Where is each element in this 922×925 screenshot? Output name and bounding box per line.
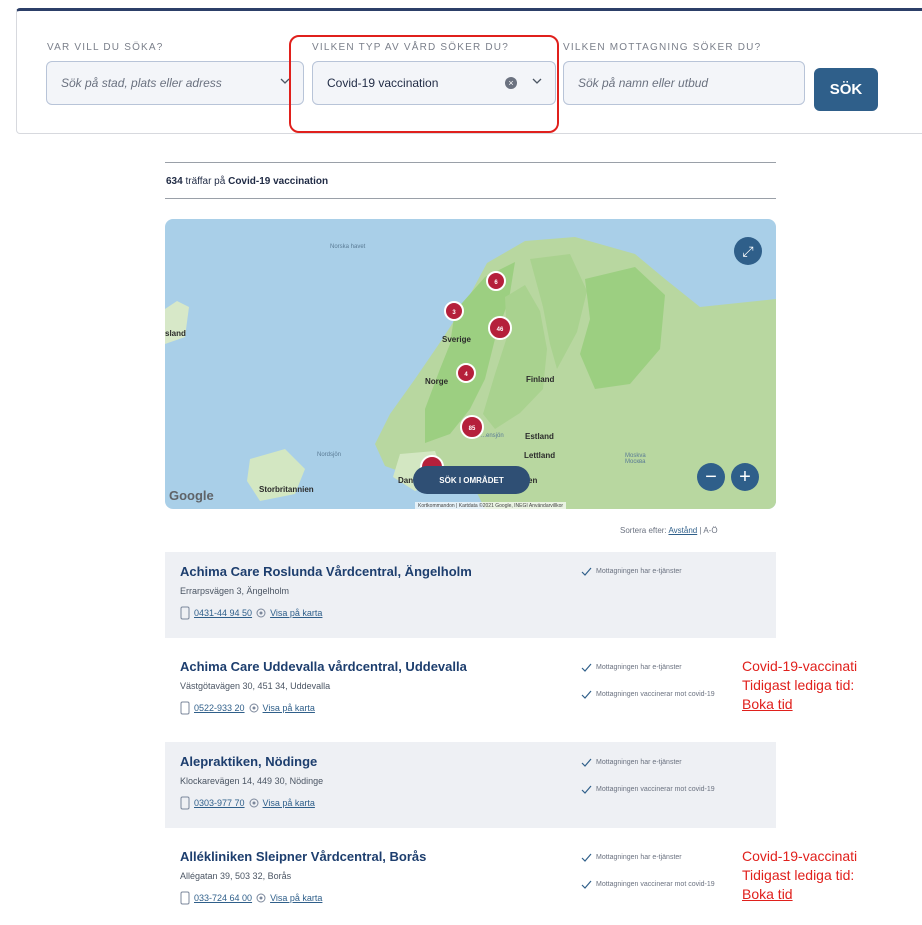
check-icon [581, 785, 592, 794]
map-pin-icon [256, 893, 266, 903]
phone-link[interactable]: 0522-933 20 [194, 703, 245, 713]
result-query: Covid-19 vaccination [228, 176, 329, 187]
feature-e-services: Mottagningen har e-tjänster [581, 853, 746, 862]
map-label: Storbritannien [259, 485, 314, 494]
feature-e-services: Mottagningen har e-tjänster [581, 758, 746, 767]
annotation-vaccination: Covid-19-vaccinati Tidigast lediga tid: … [742, 658, 858, 712]
book-time-link[interactable]: Boka tid [742, 886, 857, 902]
phone-link[interactable]: 0303-977 70 [194, 798, 245, 808]
map-label: sland [165, 329, 186, 338]
map-pin-icon [249, 798, 259, 808]
show-on-map-link[interactable]: Visa på karta [270, 608, 322, 618]
map-label: Moskva Mocква [625, 453, 646, 465]
map-label: Lettland [524, 451, 556, 460]
result-count: 634 träffar på Covid-19 vaccination [166, 176, 328, 187]
divider [165, 162, 776, 163]
phone-icon [180, 701, 190, 715]
map-label: ...ensjön [481, 433, 504, 439]
divider [165, 198, 776, 199]
show-on-map-link[interactable]: Visa på karta [270, 893, 322, 903]
map-label: Norge [425, 377, 449, 386]
map-label: Estland [525, 432, 554, 441]
map-cluster-marker[interactable]: 6 [486, 271, 506, 291]
map-label: Sverige [442, 335, 471, 344]
clinic-card[interactable]: Allékliniken Sleipner Vårdcentral, Borås… [165, 837, 776, 923]
clinic-address: Errarpsvägen 3, Ängelholm [180, 586, 290, 596]
book-time-link[interactable]: Boka tid [742, 696, 857, 712]
sort-label: Sortera efter: [620, 526, 667, 535]
map-cluster-marker[interactable]: 85 [460, 415, 484, 439]
map-attribution[interactable]: Kortkommandon | Kartdata ©2021 Google, I… [415, 502, 567, 510]
clinic-search-input[interactable]: Sök på namn eller utbud [563, 61, 805, 105]
where-placeholder: Sök på stad, plats eller adress [61, 76, 222, 90]
fullscreen-icon[interactable]: ⤢ [734, 237, 762, 265]
check-icon [581, 853, 592, 862]
feature-e-services: Mottagningen har e-tjänster [581, 663, 746, 672]
phone-icon [180, 796, 190, 810]
map-pin-icon [249, 703, 259, 713]
check-icon [581, 690, 592, 699]
phone-icon [180, 891, 190, 905]
clinic-contact: 0303-977 70 Visa på karta [180, 796, 761, 810]
clinic-label: VILKEN MOTTAGNING SÖKER DU? [563, 42, 762, 53]
map-cluster-marker[interactable]: 3 [444, 301, 464, 321]
show-on-map-link[interactable]: Visa på karta [263, 703, 315, 713]
feature-covid-vaccination: Mottagningen vaccinerar mot covid-19 [581, 690, 741, 699]
map-pin-icon [256, 608, 266, 618]
phone-link[interactable]: 0431-44 94 50 [194, 608, 252, 618]
check-icon [581, 758, 592, 767]
map-cluster-marker[interactable]: 4 [456, 363, 476, 383]
clinic-contact: 0431-44 94 50 Visa på karta [180, 606, 761, 620]
search-button[interactable]: SÖK [814, 68, 878, 111]
feature-covid-vaccination: Mottagningen vaccinerar mot covid-19 [581, 785, 746, 794]
clinic-contact: 0522-933 20 Visa på karta [180, 701, 761, 715]
check-icon [581, 567, 592, 576]
sort-controls: Sortera efter: Avstånd | A-Ö [620, 526, 718, 535]
clinic-placeholder: Sök på namn eller utbud [578, 76, 709, 90]
phone-link[interactable]: 033-724 64 00 [194, 893, 252, 903]
clinic-contact: 033-724 64 00 Visa på karta [180, 891, 761, 905]
annotation-vaccination: Covid-19-vaccinati Tidigast lediga tid: … [742, 848, 858, 902]
clinic-card[interactable]: Achima Care Roslunda Vårdcentral, Ängelh… [165, 552, 776, 638]
phone-icon [180, 606, 190, 620]
map-label: Finland [526, 375, 555, 384]
clinic-card[interactable]: Alepraktiken, Nödinge Klockarevägen 14, … [165, 742, 776, 828]
show-on-map-link[interactable]: Visa på karta [263, 798, 315, 808]
check-icon [581, 663, 592, 672]
highlight-box [289, 35, 559, 133]
where-label: VAR VILL DU SÖKA? [47, 42, 164, 53]
sort-distance-link[interactable]: Avstånd [668, 526, 697, 535]
check-icon [581, 880, 592, 889]
result-number: 634 [166, 176, 183, 187]
clinic-card[interactable]: Achima Care Uddevalla vårdcentral, Uddev… [165, 647, 776, 733]
result-text: träffar på [182, 176, 229, 187]
feature-covid-vaccination: Mottagningen vaccinerar mot covid-19 [581, 880, 746, 889]
map-cluster-marker[interactable]: 46 [488, 316, 512, 340]
map-label: Nordsjön [317, 452, 342, 458]
where-field[interactable]: Sök på stad, plats eller adress [46, 61, 304, 105]
zoom-out-button[interactable]: − [697, 463, 725, 491]
feature-e-services: Mottagningen har e-tjänster [581, 567, 746, 576]
search-area-button[interactable]: SÖK I OMRÅDET [413, 466, 530, 494]
sort-alpha-link[interactable]: A-Ö [703, 526, 717, 535]
map-label: Norska havet [330, 244, 366, 250]
zoom-in-button[interactable]: + [731, 463, 759, 491]
map-label: Dan [398, 476, 414, 485]
google-logo: Google [169, 488, 214, 503]
